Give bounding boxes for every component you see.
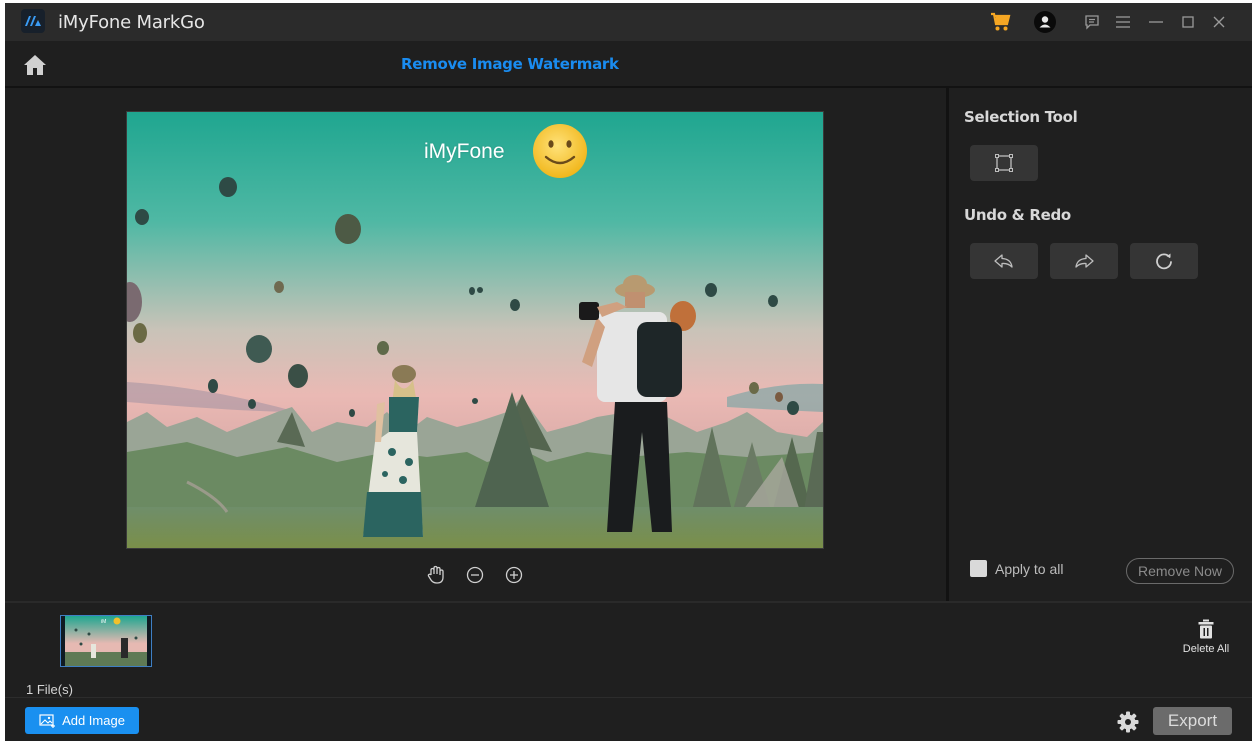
- cart-icon[interactable]: [990, 11, 1012, 33]
- title-bar: iMyFone MarkGo: [5, 3, 1252, 41]
- redo-button[interactable]: [1050, 243, 1118, 279]
- file-thumbnail[interactable]: iM: [60, 615, 152, 667]
- refresh-icon: [1156, 253, 1172, 270]
- hand-icon: [427, 565, 444, 584]
- zoom-in-icon: [505, 566, 522, 583]
- zoom-in-button[interactable]: [503, 564, 524, 585]
- export-button[interactable]: Export: [1153, 707, 1232, 735]
- watermark-emoji: [533, 124, 587, 178]
- undo-icon: [994, 254, 1013, 268]
- rectangle-select-icon: [995, 154, 1013, 172]
- zoom-toolbar: [425, 564, 524, 585]
- reset-button[interactable]: [1130, 243, 1198, 279]
- apply-to-all-label: Apply to all: [995, 560, 1064, 577]
- rectangle-selection-button[interactable]: [970, 145, 1038, 181]
- undo-button[interactable]: [970, 243, 1038, 279]
- checkbox-box[interactable]: [970, 560, 987, 577]
- settings-button[interactable]: [1116, 710, 1140, 734]
- undo-redo-heading: Undo & Redo: [964, 206, 1071, 224]
- account-icon[interactable]: [1034, 11, 1056, 33]
- gear-icon: [1117, 711, 1139, 733]
- page-title: Remove Image Watermark: [401, 55, 619, 73]
- image-canvas-area: iMyFone: [5, 88, 946, 601]
- delete-all-label: Delete All: [1182, 643, 1230, 655]
- menu-icon[interactable]: [1112, 11, 1134, 33]
- home-icon: [24, 55, 46, 75]
- maximize-icon[interactable]: [1177, 11, 1199, 33]
- trash-icon: [1198, 619, 1214, 639]
- delete-all-button[interactable]: Delete All: [1178, 619, 1234, 655]
- apply-to-all-checkbox[interactable]: Apply to all: [970, 560, 1063, 577]
- app-title: iMyFone MarkGo: [58, 12, 205, 33]
- watermark-text: iMyFone: [424, 140, 505, 163]
- minimize-icon[interactable]: [1145, 11, 1167, 33]
- close-icon[interactable]: [1208, 11, 1230, 33]
- add-image-button[interactable]: Add Image: [25, 707, 139, 734]
- redo-icon: [1075, 254, 1094, 268]
- zoom-out-button[interactable]: [464, 564, 485, 585]
- page-header: Remove Image Watermark: [5, 43, 1252, 88]
- file-strip: iM 1 File(s) Delete All: [5, 603, 1252, 697]
- home-button[interactable]: [22, 52, 48, 78]
- svg-text:iM: iM: [101, 619, 106, 625]
- app-window: iMyFone MarkGo Remove Image Watermark iM…: [5, 3, 1252, 741]
- photo-scene: [127, 112, 823, 548]
- tools-panel: Selection Tool Undo & Redo Apply to all …: [949, 88, 1252, 601]
- add-image-icon: [39, 713, 56, 728]
- zoom-out-icon: [466, 566, 483, 583]
- remove-now-button[interactable]: Remove Now: [1126, 558, 1234, 584]
- pan-hand-button[interactable]: [425, 564, 446, 585]
- thumbnail-image: iM: [61, 616, 151, 666]
- image-preview[interactable]: iMyFone: [126, 111, 824, 549]
- selection-tool-heading: Selection Tool: [964, 108, 1078, 126]
- file-count: 1 File(s): [26, 682, 73, 697]
- app-logo-icon: [21, 9, 45, 33]
- feedback-icon[interactable]: [1081, 11, 1103, 33]
- add-image-label: Add Image: [62, 713, 125, 728]
- footer-bar: Add Image Export: [5, 697, 1252, 741]
